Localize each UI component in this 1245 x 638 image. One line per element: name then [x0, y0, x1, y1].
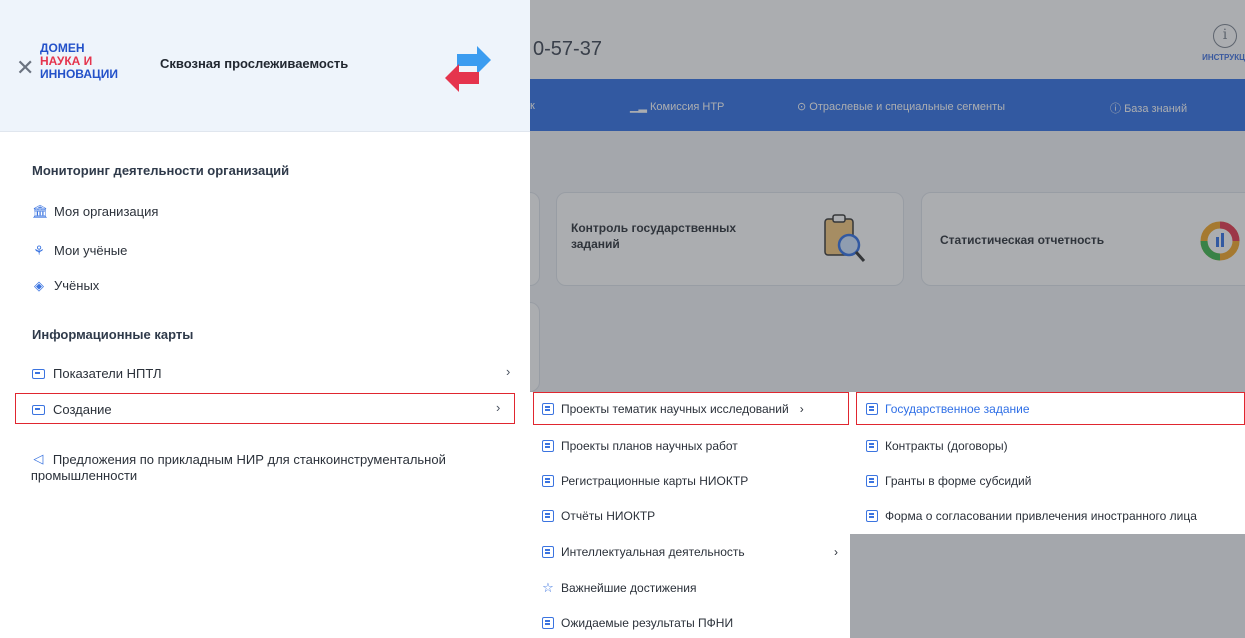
- folder-icon: [32, 404, 45, 415]
- traceability-arrows-icon: [445, 46, 491, 92]
- submenu-item-label: Проекты тематик научных исследований: [561, 402, 789, 416]
- submenu-item-grants[interactable]: Гранты в форме субсидий: [866, 474, 1031, 488]
- submenu-item-label: Регистрационные карты НИОКТР: [561, 474, 749, 488]
- submenu-item-contracts[interactable]: Контракты (договоры): [866, 439, 1008, 453]
- menu-item-label: Моя организация: [54, 204, 159, 219]
- users-icon: ⚘: [33, 242, 45, 258]
- submenu-item-label: Гранты в форме субсидий: [885, 474, 1032, 488]
- chevron-right-icon: ›: [506, 364, 511, 379]
- submenu-item-label: Интеллектуальная деятельность: [561, 545, 745, 559]
- card-icon: [542, 475, 554, 487]
- submenu-item-label: Ожидаемые результаты ПФНИ: [561, 616, 734, 630]
- submenu-item-label: Форма о согласовании привлечения иностра…: [885, 509, 1197, 523]
- submenu-item-ip[interactable]: Интеллектуальная деятельность ›: [542, 545, 838, 559]
- submenu-item-label: Отчёты НИОКТР: [561, 509, 656, 523]
- drawer-subtitle: Сквозная прослеживаемость: [160, 56, 349, 71]
- menu-item-my-organization[interactable]: 🏛 Моя организация: [32, 204, 158, 219]
- menu-item-my-scientists[interactable]: ⚘ Мои учёные: [32, 243, 127, 258]
- document-icon: [866, 403, 878, 415]
- submenu-item-reports[interactable]: Отчёты НИОКТР: [542, 509, 655, 523]
- navigation-drawer: ✕ ДОМЕН НАУКА И ИННОВАЦИИ Сквозная просл…: [0, 0, 530, 638]
- submenu-item-foreign-form[interactable]: Форма о согласовании привлечения иностра…: [866, 509, 1197, 523]
- checkbox-icon: [542, 510, 554, 522]
- logo[interactable]: ДОМЕН НАУКА И ИННОВАЦИИ: [40, 42, 118, 81]
- folder-icon: [32, 368, 45, 379]
- document-icon: [866, 510, 878, 522]
- submenu-create: Проекты тематик научных исследований › П…: [530, 392, 850, 638]
- menu-item-label: Показатели НПТЛ: [53, 366, 162, 381]
- menu-item-create[interactable]: Создание: [32, 402, 112, 417]
- chevron-right-icon: ›: [799, 402, 804, 416]
- chevron-right-icon: ›: [834, 545, 838, 559]
- submenu-item-label: Государственное задание: [885, 402, 1030, 416]
- drawer-header: ✕ ДОМЕН НАУКА И ИННОВАЦИИ Сквозная просл…: [0, 0, 530, 132]
- menu-item-label: Создание: [53, 402, 112, 417]
- star-icon: ☆: [542, 580, 554, 595]
- card-icon: [542, 546, 554, 558]
- submenu-item-label: Проекты планов научных работ: [561, 439, 738, 453]
- calendar-icon: [542, 617, 554, 629]
- submenu-item-reg-cards[interactable]: Регистрационные карты НИОКТР: [542, 474, 748, 488]
- submenu-item-achievements[interactable]: ☆ Важнейшие достижения: [542, 580, 696, 596]
- submenu-item-plans[interactable]: Проекты планов научных работ: [542, 439, 738, 453]
- submenu-item-expected[interactable]: Ожидаемые результаты ПФНИ: [542, 616, 733, 630]
- section-monitoring: Мониторинг деятельности организаций: [32, 163, 290, 178]
- menu-item-proposals[interactable]: ◁ Предложения по прикладным НИР для стан…: [30, 452, 512, 484]
- building-icon: 🏛: [32, 203, 49, 219]
- logo-line: ИННОВАЦИИ: [40, 67, 119, 81]
- menu-item-label: Мои учёные: [54, 243, 128, 258]
- tag-icon: ◈: [34, 277, 44, 293]
- document-icon: [542, 440, 554, 452]
- document-icon: [542, 403, 554, 415]
- submenu-item-state-task[interactable]: Государственное задание: [866, 402, 1030, 416]
- close-icon[interactable]: ✕: [16, 57, 34, 79]
- menu-item-label: Предложения по прикладным НИР для станко…: [30, 452, 446, 483]
- menu-item-indicators[interactable]: Показатели НПТЛ: [32, 366, 162, 381]
- grant-icon: [866, 475, 878, 487]
- submenu-item-topics[interactable]: Проекты тематик научных исследований ›: [542, 402, 804, 416]
- chevron-right-icon: ›: [496, 400, 501, 415]
- submenu-topics: Государственное задание Контракты (догов…: [850, 392, 1245, 534]
- menu-item-label: Учёных: [54, 278, 100, 293]
- submenu-item-label: Контракты (договоры): [885, 439, 1008, 453]
- submenu-item-label: Важнейшие достижения: [561, 581, 697, 595]
- document-icon: [866, 440, 878, 452]
- section-info-cards: Информационные карты: [32, 327, 194, 342]
- menu-item-scientists[interactable]: ◈ Учёных: [32, 278, 99, 293]
